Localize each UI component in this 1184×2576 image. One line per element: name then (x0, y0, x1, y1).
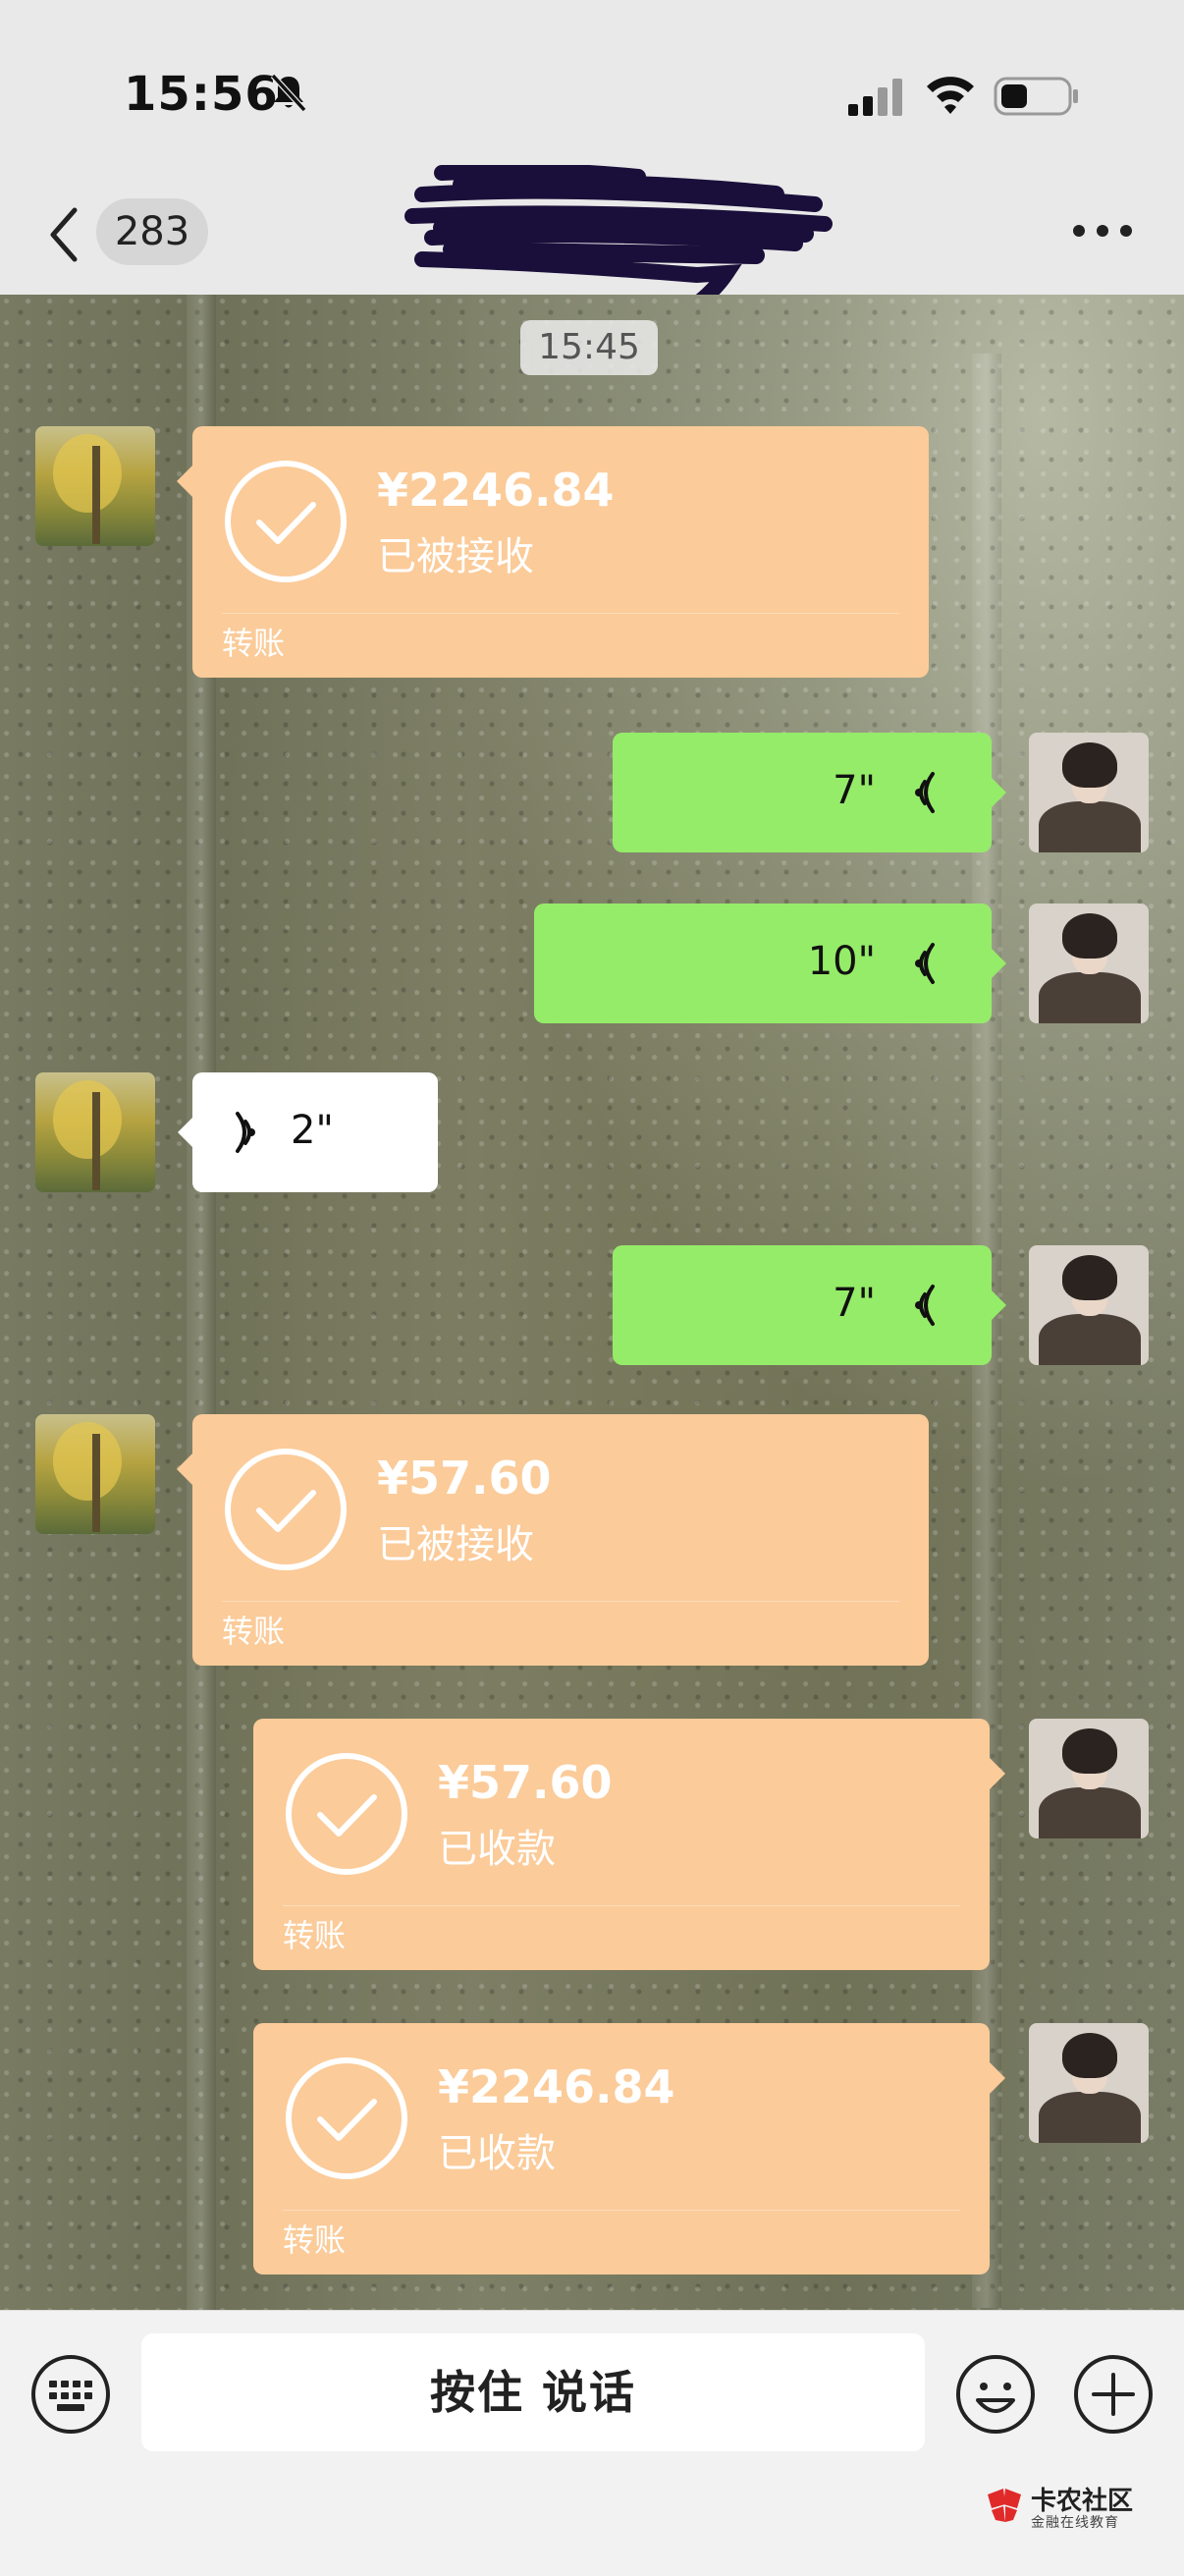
avatar-detail (1062, 2033, 1117, 2078)
my-avatar[interactable] (1029, 904, 1149, 1023)
chevron-left-icon[interactable] (47, 206, 81, 263)
signal-icon (848, 79, 902, 116)
voice-wave-icon (236, 1112, 255, 1153)
bubble-tail (992, 949, 1006, 978)
transfer-amount: ¥57.60 (438, 1756, 613, 1809)
plus-icon[interactable] (1072, 2353, 1155, 2436)
avatar-detail (1062, 1255, 1117, 1300)
avatar-detail (1062, 742, 1117, 788)
transfer-label: 转账 (283, 1917, 347, 1954)
transfer-message[interactable]: ¥2246.84 已被接收 转账 (177, 426, 929, 678)
my-avatar[interactable] (1029, 1719, 1149, 1838)
voice-message[interactable]: 2" (178, 1072, 438, 1192)
voice-message[interactable]: 10" (534, 904, 1006, 1023)
avatar-detail (1039, 801, 1141, 852)
voice-duration: 10" (807, 939, 876, 984)
voice-wave-icon (915, 772, 935, 813)
divider (222, 613, 899, 614)
avatar-detail (1039, 972, 1141, 1023)
voice-message[interactable]: 7" (613, 1245, 1006, 1365)
voice-wave-icon (915, 1285, 935, 1326)
transfer-amount: ¥2246.84 (438, 2060, 675, 2113)
contact-avatar[interactable] (35, 426, 155, 546)
divider (283, 2210, 960, 2211)
voice-duration: 2" (291, 1108, 334, 1153)
voice-message[interactable]: 7" (613, 733, 1006, 852)
bubble-tail (990, 1758, 1005, 1789)
battery-icon (994, 77, 1078, 116)
bubble-tail (178, 1118, 192, 1147)
hold-to-talk-button[interactable]: 按住 说话 (141, 2333, 925, 2451)
transfer-status: 已被接收 (377, 534, 534, 579)
emoji-icon[interactable] (954, 2353, 1037, 2436)
transfer-message[interactable]: ¥57.60 已被接收 转账 (177, 1414, 929, 1666)
avatar-detail (1062, 1728, 1117, 1774)
keyboard-icon[interactable] (29, 2353, 112, 2436)
wifi-icon (927, 77, 974, 114)
my-avatar[interactable] (1029, 733, 1149, 852)
divider (222, 1601, 899, 1602)
voice-wave-icon (915, 943, 935, 984)
check-circle-icon (225, 1449, 347, 1570)
check-circle-icon (286, 2057, 407, 2179)
transfer-message[interactable]: ¥2246.84 已收款 转账 (253, 2023, 1005, 2275)
bubble-tail (992, 1290, 1006, 1320)
contact-avatar[interactable] (35, 1072, 155, 1192)
voice-duration: 7" (833, 768, 876, 813)
bubble-tail (990, 2062, 1005, 2094)
transfer-label: 转账 (283, 2221, 347, 2259)
avatar-detail (1039, 2092, 1141, 2143)
bubble-tail (177, 466, 192, 497)
transfer-status: 已收款 (438, 1827, 556, 1872)
transfer-status: 已收款 (438, 2131, 556, 2176)
my-avatar[interactable] (1029, 2023, 1149, 2143)
voice-duration: 7" (833, 1281, 876, 1326)
kanong-logo-icon (988, 2489, 1021, 2522)
transfer-label: 转账 (222, 1613, 286, 1650)
status-time: 15:56 (124, 67, 279, 122)
bubble-tail (177, 1453, 192, 1485)
bell-slash-icon (270, 73, 307, 113)
contact-avatar[interactable] (35, 1414, 155, 1534)
check-circle-icon (286, 1753, 407, 1875)
transfer-amount: ¥2246.84 (377, 464, 615, 517)
unread-count-badge[interactable]: 283 (96, 198, 208, 265)
chat-timestamp: 15:45 (520, 320, 658, 375)
divider (283, 1905, 960, 1906)
transfer-status: 已被接收 (377, 1522, 534, 1567)
avatar-detail (1039, 1314, 1141, 1365)
avatar-detail (1062, 913, 1117, 959)
transfer-label: 转账 (222, 625, 286, 662)
watermark-subtitle: 金融在线教育 (1031, 2515, 1119, 2531)
avatar-detail (1039, 1787, 1141, 1838)
check-circle-icon (225, 461, 347, 582)
transfer-amount: ¥57.60 (377, 1452, 552, 1505)
more-horizontal-icon[interactable] (1070, 222, 1135, 240)
bubble-tail (992, 778, 1006, 807)
transfer-message[interactable]: ¥57.60 已收款 转账 (253, 1719, 1005, 1970)
my-avatar[interactable] (1029, 1245, 1149, 1365)
